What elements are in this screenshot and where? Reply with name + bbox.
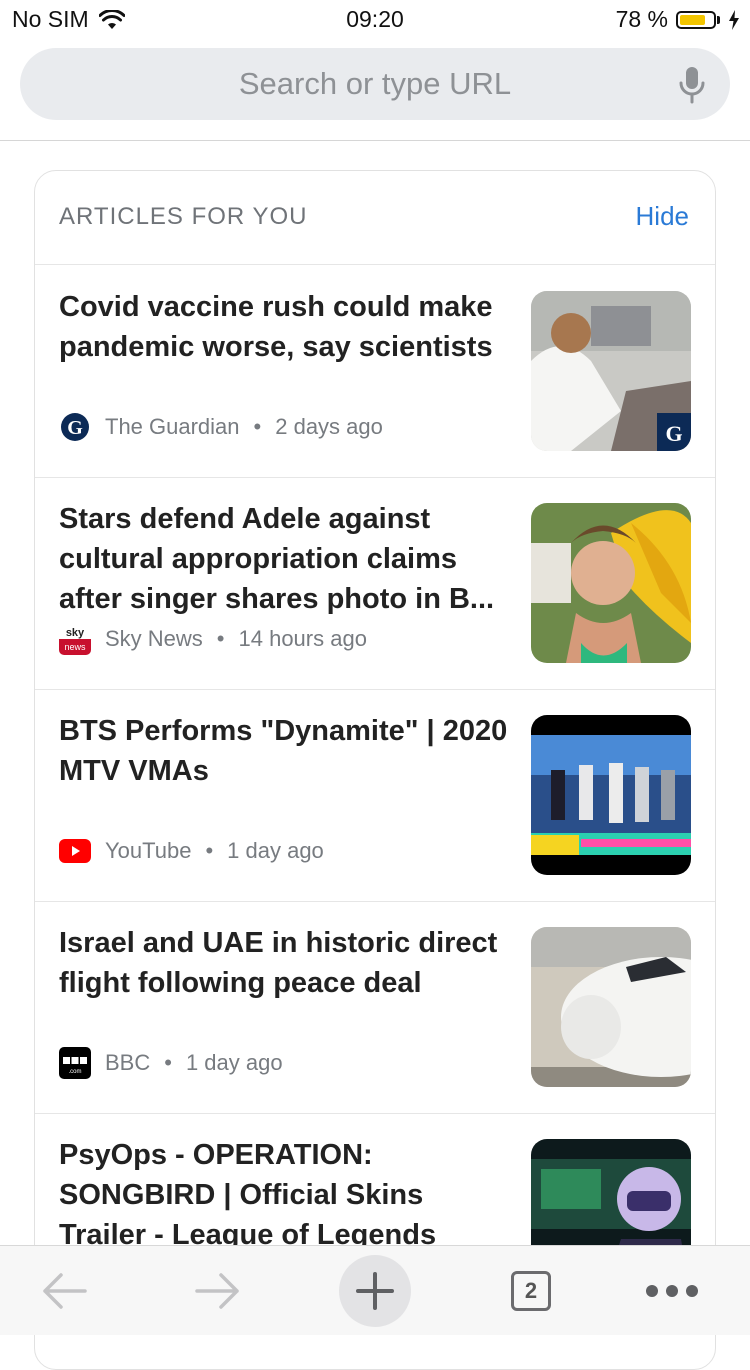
article-thumbnail[interactable] — [531, 715, 691, 875]
status-bar: No SIM 09:20 78 % — [0, 0, 750, 40]
new-tab-button[interactable] — [338, 1246, 412, 1335]
article-meta: sky news Sky News • 14 hours ago — [59, 623, 367, 655]
meta-dot: • — [253, 414, 262, 439]
article-thumbnail[interactable] — [531, 927, 691, 1087]
article-source: The Guardian — [105, 414, 240, 439]
battery-fill — [680, 14, 705, 25]
article-title[interactable]: BTS Performs "Dynamite" | 2020 MTV VMAs — [59, 711, 514, 791]
youtube-logo-icon — [59, 835, 91, 867]
article-source: YouTube — [105, 838, 192, 863]
article-time: 14 hours ago — [238, 626, 367, 651]
bottom-toolbar: 2 — [0, 1245, 750, 1335]
article-item[interactable]: Israel and UAE in historic direct flight… — [35, 901, 715, 1114]
article-item[interactable]: Covid vaccine rush could make pandemic w… — [35, 265, 715, 478]
article-title[interactable]: Stars defend Adele against cultural appr… — [59, 499, 514, 619]
article-meta: G The Guardian • 2 days ago — [59, 411, 383, 443]
article-title[interactable]: PsyOps - OPERATION: SONGBIRD | Official … — [59, 1135, 514, 1255]
status-right: 78 % — [616, 6, 740, 33]
article-thumbnail[interactable]: G — [531, 291, 691, 451]
card-header: ARTICLES FOR YOU Hide — [35, 171, 715, 265]
article-meta: YouTube • 1 day ago — [59, 835, 324, 867]
guardian-logo-icon: G — [59, 411, 91, 443]
back-button[interactable] — [36, 1246, 92, 1335]
menu-button[interactable] — [640, 1246, 704, 1335]
search-input[interactable]: Search or type URL — [20, 48, 730, 120]
meta-dot: • — [205, 838, 214, 863]
tab-count[interactable]: 2 — [511, 1270, 551, 1311]
more-dots-icon — [646, 1284, 698, 1297]
hide-button[interactable]: Hide — [636, 201, 689, 232]
meta-dot: • — [216, 626, 225, 651]
battery-percent: 78 % — [615, 6, 668, 32]
microphone-icon[interactable] — [678, 66, 706, 104]
card-title: ARTICLES FOR YOU — [59, 203, 308, 230]
arrow-right-icon — [195, 1272, 239, 1309]
tab-switcher-button[interactable]: 2 — [506, 1246, 556, 1335]
svg-text:.com: .com — [68, 1069, 81, 1075]
plus-icon — [356, 1271, 394, 1310]
article-time: 1 day ago — [227, 838, 324, 863]
meta-dot: • — [164, 1050, 172, 1075]
article-time: 2 days ago — [275, 414, 383, 439]
article-title[interactable]: Israel and UAE in historic direct flight… — [59, 923, 514, 1003]
svg-text:news: news — [64, 642, 86, 652]
header-divider — [0, 140, 750, 141]
article-thumbnail[interactable] — [531, 503, 691, 663]
article-source: Sky News — [105, 626, 203, 651]
article-source: BBC — [105, 1050, 151, 1075]
article-item[interactable]: BTS Performs "Dynamite" | 2020 MTV VMAs … — [35, 689, 715, 902]
bbc-logo-icon: .com — [59, 1047, 91, 1079]
charging-bolt-icon — [729, 9, 739, 30]
svg-text:G: G — [67, 417, 83, 439]
svg-text:sky: sky — [66, 627, 85, 639]
article-time: 1 day ago — [185, 1050, 283, 1075]
articles-card: ARTICLES FOR YOU Hide Covid vaccine rush… — [34, 170, 716, 1370]
article-title[interactable]: Covid vaccine rush could make pandemic w… — [59, 287, 514, 367]
arrow-left-icon — [43, 1272, 87, 1309]
forward-button[interactable] — [190, 1246, 246, 1335]
svg-text:G: G — [665, 421, 682, 446]
article-item[interactable]: Stars defend Adele against cultural appr… — [35, 477, 715, 690]
sky-news-logo-icon: sky news — [59, 623, 91, 655]
article-meta: .com BBC • 1 day ago — [59, 1047, 283, 1079]
search-bar[interactable]: Search or type URL — [20, 48, 730, 120]
battery-icon — [676, 10, 720, 29]
